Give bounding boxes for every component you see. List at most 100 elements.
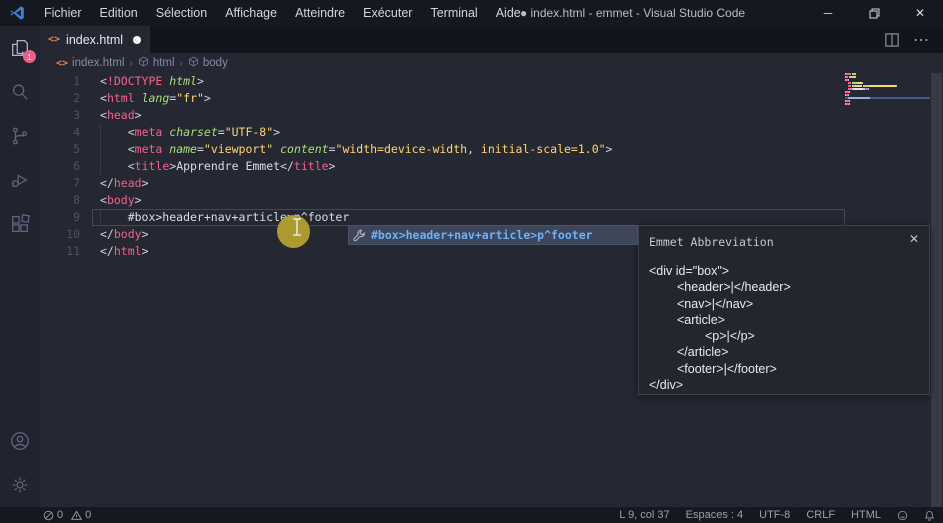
line-number: 4	[73, 125, 80, 139]
code-text: <head>	[100, 108, 142, 122]
code-text: <body>	[100, 193, 142, 207]
code-text: <meta name="viewport" content="width=dev…	[127, 142, 613, 156]
emmet-docs-panel: Emmet Abbreviation ✕ <div id="box"> <head…	[638, 225, 930, 395]
error-count: 0	[57, 509, 64, 521]
indentation-setting[interactable]: Espaces : 4	[686, 509, 743, 521]
minimap-line	[845, 94, 930, 96]
emmet-suggest-item[interactable]: #box>header+nav+article>p^footer	[348, 225, 638, 245]
bell-icon[interactable]	[924, 510, 935, 521]
account-icon[interactable]	[0, 419, 40, 463]
activity-bar: 1	[0, 26, 40, 507]
docs-line: <article>	[677, 312, 725, 327]
code-text: </head>	[100, 176, 149, 190]
search-icon[interactable]	[0, 70, 40, 114]
title-bar: Fichier Edition Sélection Affichage Atteindr…	[0, 0, 943, 26]
close-icon[interactable]: ✕	[909, 232, 919, 246]
eol-setting[interactable]: CRLF	[806, 509, 835, 521]
menu-atteindre[interactable]: Atteindre	[286, 0, 354, 26]
vscode-window: Fichier Edition Sélection Affichage Atteindr…	[0, 0, 943, 523]
html-file-icon: <>	[56, 57, 69, 69]
code-line-3[interactable]: 3 <head>	[40, 107, 943, 124]
breadcrumb-label: body	[202, 57, 228, 69]
tab-label: index.html	[66, 32, 124, 47]
code-text: #box>header+nav+article>p^footer	[100, 210, 350, 224]
breadcrumb-body[interactable]: body	[188, 56, 228, 70]
run-debug-icon[interactable]	[0, 158, 40, 202]
minimap-line	[845, 100, 930, 102]
cursor-position[interactable]: L 9, col 37	[619, 509, 669, 521]
suggest-label: #box>header+nav+article>p^footer	[371, 228, 593, 242]
code-text: <!DOCTYPE html>	[100, 74, 204, 88]
menu-bar: Fichier Edition Sélection Affichage Atteindr…	[35, 0, 530, 26]
minimap-line	[845, 91, 930, 93]
line-number: 10	[66, 227, 80, 241]
menu-selection[interactable]: Sélection	[147, 0, 216, 26]
minimap-line	[845, 88, 930, 90]
window-controls: ─ ✕	[805, 0, 943, 26]
explorer-badge: 1	[23, 50, 36, 63]
text-cursor-icon	[293, 218, 301, 236]
docs-line: <p>|</p>	[705, 329, 755, 344]
extensions-icon[interactable]	[0, 202, 40, 246]
settings-gear-icon[interactable]	[0, 463, 40, 507]
code-line-5[interactable]: 5 <meta name="viewport" content="width=d…	[40, 141, 943, 158]
tab-bar: <> index.html ⋯	[40, 26, 943, 53]
symbol-cube-icon	[138, 56, 149, 70]
docs-line: </div>	[649, 378, 684, 393]
tab-index-html[interactable]: <> index.html	[40, 26, 150, 53]
menu-affichage[interactable]: Affichage	[216, 0, 286, 26]
minimap-line	[845, 103, 930, 105]
code-line-7[interactable]: 7 </head>	[40, 175, 943, 192]
docs-line: <header>|</header>	[677, 280, 791, 295]
line-number: 2	[73, 91, 80, 105]
line-number: 1	[73, 74, 80, 88]
minimap-line	[845, 79, 930, 81]
breadcrumb: <> index.html › html › body	[40, 53, 943, 73]
wrench-icon	[353, 229, 365, 241]
breadcrumb-html[interactable]: html	[138, 56, 175, 70]
editor-actions: ⋯	[885, 26, 943, 53]
language-mode[interactable]: HTML	[851, 509, 881, 521]
docs-line: <footer>|</footer>	[677, 361, 777, 376]
docs-title: Emmet Abbreviation	[649, 235, 774, 249]
code-text: <meta charset="UTF-8">	[127, 125, 281, 139]
line-number: 8	[73, 193, 80, 207]
restore-button[interactable]	[851, 0, 897, 26]
warning-icon	[71, 510, 83, 521]
explorer-icon[interactable]: 1	[0, 26, 40, 70]
status-bar: 0 0 L 9, col 37 Espaces : 4 UTF-8 CRLF H…	[0, 507, 943, 523]
restore-icon	[869, 8, 879, 18]
line-number: 9	[73, 210, 80, 224]
breadcrumb-file[interactable]: <> index.html	[56, 57, 124, 69]
split-editor-icon[interactable]	[885, 32, 899, 47]
warning-count: 0	[85, 509, 92, 521]
menu-executer[interactable]: Exécuter	[354, 0, 421, 26]
line-number: 5	[73, 142, 80, 156]
docs-line: </article>	[677, 345, 729, 360]
window-title: ● index.html - emmet - Visual Studio Cod…	[519, 6, 746, 20]
source-control-icon[interactable]	[0, 114, 40, 158]
more-actions-icon[interactable]: ⋯	[913, 30, 929, 50]
minimap-line	[845, 73, 930, 75]
scrollbar-slider[interactable]	[931, 73, 942, 507]
code-line-2[interactable]: 2 <html lang="fr">	[40, 90, 943, 107]
close-button[interactable]: ✕	[897, 0, 943, 26]
breadcrumb-label: html	[152, 57, 175, 69]
minimap-line	[845, 85, 930, 87]
menu-edition[interactable]: Edition	[91, 0, 147, 26]
line-number: 11	[66, 244, 80, 258]
encoding-setting[interactable]: UTF-8	[759, 509, 790, 521]
code-line-6[interactable]: 6 <title>Apprendre Emmet</title>	[40, 158, 943, 175]
docs-line: <div id="box">	[649, 264, 730, 278]
menu-fichier[interactable]: Fichier	[35, 0, 91, 26]
chevron-right-icon: ›	[179, 57, 183, 69]
code-line-8[interactable]: 8 <body>	[40, 192, 943, 209]
minimize-button[interactable]: ─	[805, 0, 851, 26]
feedback-smiley-icon[interactable]	[897, 510, 908, 521]
problems-indicator[interactable]: 0 0	[43, 509, 91, 521]
unsaved-dot-icon[interactable]	[133, 35, 142, 44]
code-line-4[interactable]: 4 <meta charset="UTF-8">	[40, 124, 943, 141]
vertical-scrollbar[interactable]	[930, 73, 943, 507]
code-line-1[interactable]: 1 <!DOCTYPE html>	[40, 73, 943, 90]
code-line-9[interactable]: 9 #box>header+nav+article>p^footer	[40, 209, 943, 226]
